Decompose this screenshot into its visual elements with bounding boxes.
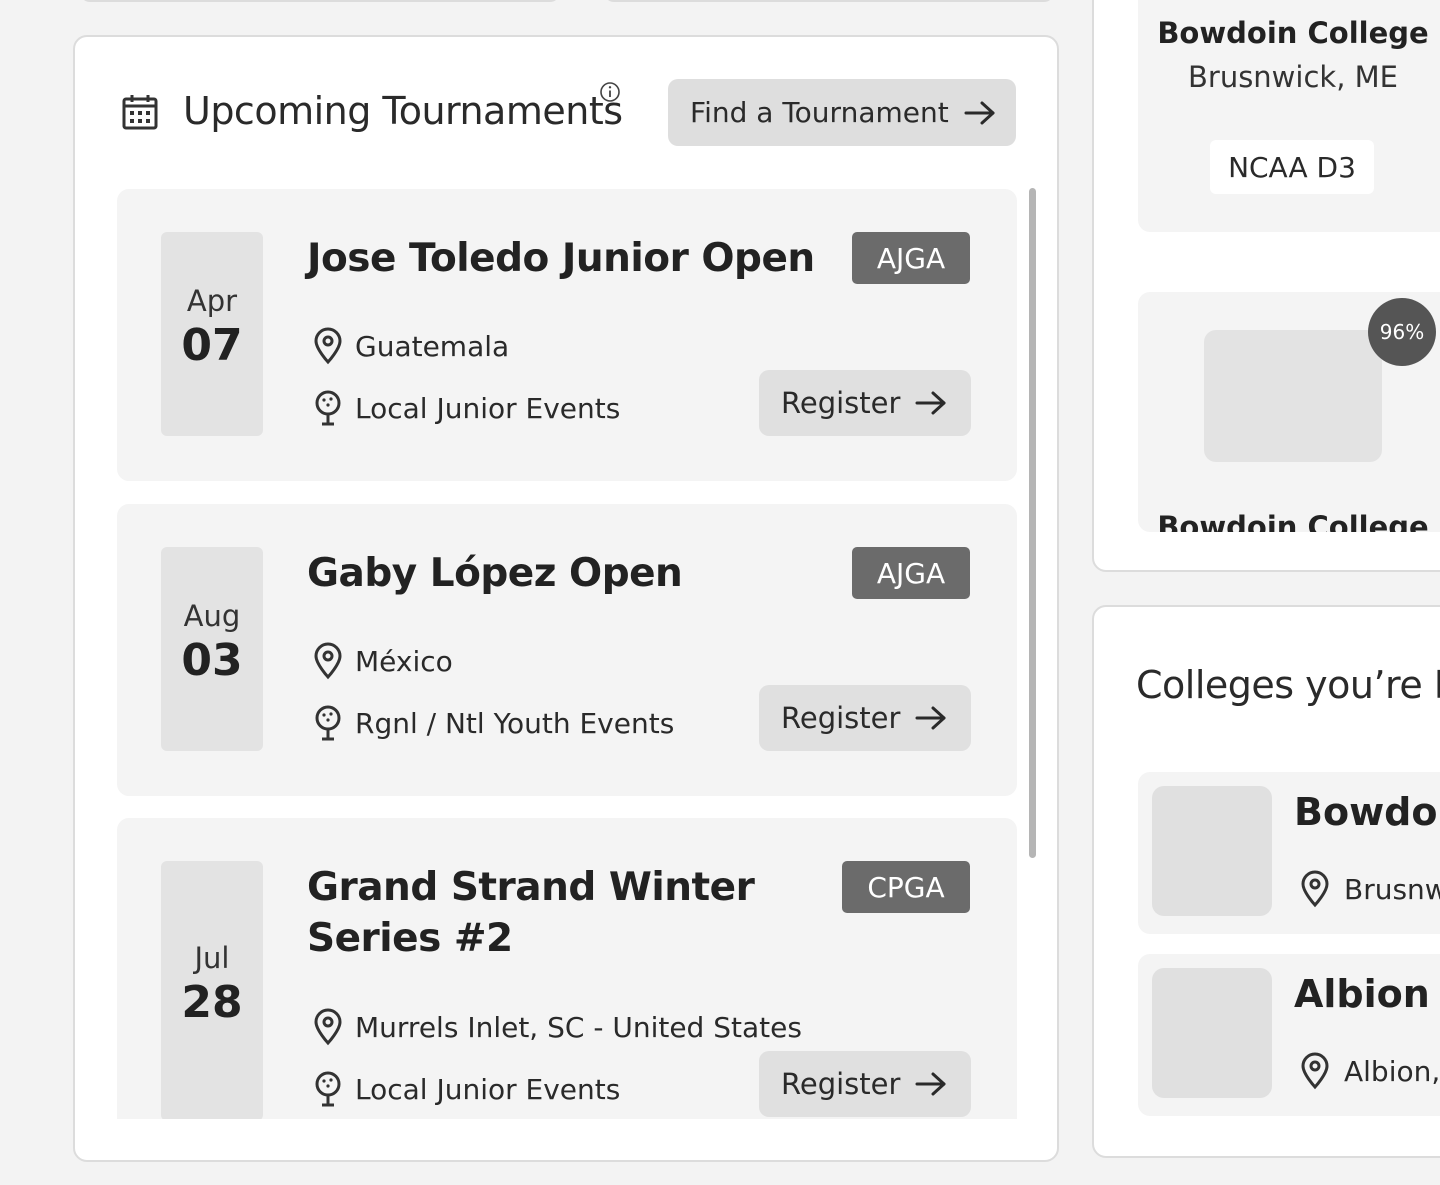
category-text: Rgnl / Ntl Youth Events	[355, 706, 675, 740]
location-row: Murrels Inlet, SC - United States	[311, 1008, 802, 1046]
college-name: Bowdoin	[1294, 790, 1440, 834]
college-logo	[1204, 330, 1382, 462]
map-pin-icon	[314, 1008, 342, 1046]
category-row: Rgnl / Ntl Youth Events	[311, 704, 674, 742]
college-name: Bowdoin College	[1157, 510, 1429, 532]
college-location: Brusnwick, ME	[1188, 60, 1398, 94]
panel-title: Upcoming Tournaments	[183, 89, 623, 133]
followed-college-card[interactable]: Bowdoin Brusnw	[1138, 772, 1440, 934]
location-text: Guatemala	[355, 329, 510, 363]
org-badge: CPGA	[842, 861, 970, 913]
date-day: 07	[181, 320, 243, 371]
location-text: Murrels Inlet, SC - United States	[355, 1010, 802, 1044]
register-button[interactable]: Register	[759, 370, 971, 436]
category-text: Local Junior Events	[355, 1072, 621, 1106]
list-scrollbar[interactable]	[1029, 188, 1036, 858]
map-pin-icon	[314, 642, 342, 680]
division-badge: NCAA D3	[1210, 140, 1374, 194]
location-row: Guatemala	[311, 327, 509, 365]
college-name: Bowdoin College	[1157, 16, 1429, 50]
location-text: Brusnw	[1344, 872, 1440, 906]
location-row: México	[311, 642, 453, 680]
date-box: Jul 28	[161, 861, 263, 1119]
followed-college-card[interactable]: Albion C Albion,	[1138, 954, 1440, 1116]
card-above-stub	[604, 0, 1054, 2]
find-tournament-label: Find a Tournament	[690, 96, 949, 129]
tournament-card: Aug 03 Gaby López Open AJGA México Rgnl …	[117, 504, 1017, 796]
date-month: Aug	[183, 599, 241, 633]
arrow-right-icon	[915, 706, 946, 730]
location-text: México	[355, 644, 453, 678]
register-label: Register	[781, 386, 901, 420]
tournament-list[interactable]: Apr 07 Jose Toledo Junior Open AJGA Guat…	[117, 189, 1017, 1119]
tournament-name[interactable]: Gaby López Open	[307, 548, 837, 599]
org-badge: AJGA	[852, 232, 970, 284]
card-above-stub	[80, 0, 560, 2]
map-pin-icon	[1301, 870, 1329, 908]
category-row: Local Junior Events	[311, 389, 620, 427]
arrow-right-icon	[915, 1072, 946, 1096]
category-text: Local Junior Events	[355, 391, 621, 425]
register-button[interactable]: Register	[759, 1051, 971, 1117]
panel-title: Colleges you’re Fo	[1136, 663, 1440, 707]
college-logo	[1152, 786, 1272, 916]
register-label: Register	[781, 1067, 901, 1101]
golf-ball-icon	[315, 390, 341, 426]
colleges-following-panel: Colleges you’re Fo Bowdoin Brusnw Albion…	[1092, 605, 1440, 1158]
date-month: Jul	[194, 941, 230, 975]
college-match-card[interactable]: 96% Bowdoin College	[1138, 292, 1440, 532]
location-text: Albion,	[1344, 1054, 1440, 1088]
tournament-card: Jul 28 Grand Strand Winter Series #2 CPG…	[117, 818, 1017, 1119]
golf-ball-icon	[315, 1071, 341, 1107]
golf-ball-icon	[315, 705, 341, 741]
match-percent-badge: 96%	[1368, 298, 1436, 366]
date-day: 03	[181, 635, 243, 686]
find-tournament-button[interactable]: Find a Tournament	[668, 79, 1016, 146]
org-badge: AJGA	[852, 547, 970, 599]
map-pin-icon	[1301, 1052, 1329, 1090]
date-box: Aug 03	[161, 547, 263, 751]
arrow-right-icon	[964, 101, 995, 124]
category-row: Local Junior Events	[311, 1070, 620, 1108]
tournament-card: Apr 07 Jose Toledo Junior Open AJGA Guat…	[117, 189, 1017, 481]
info-icon[interactable]	[599, 81, 621, 103]
college-match-panel: Bowdoin College Brusnwick, ME NCAA D3 96…	[1092, 0, 1440, 572]
date-day: 28	[181, 977, 243, 1028]
register-button[interactable]: Register	[759, 685, 971, 751]
tournament-name[interactable]: Jose Toledo Junior Open	[307, 233, 837, 284]
map-pin-icon	[314, 327, 342, 365]
register-label: Register	[781, 701, 901, 735]
college-logo	[1152, 968, 1272, 1098]
date-month: Apr	[186, 284, 238, 318]
arrow-right-icon	[915, 391, 946, 415]
location-row: Brusnw	[1298, 870, 1440, 908]
college-name: Albion C	[1294, 972, 1440, 1016]
college-card[interactable]: Bowdoin College Brusnwick, ME NCAA D3	[1138, 0, 1440, 232]
upcoming-tournaments-panel: Upcoming Tournaments Find a Tournament A…	[73, 35, 1059, 1162]
tournament-name[interactable]: Grand Strand Winter Series #2	[307, 862, 847, 964]
location-row: Albion,	[1298, 1052, 1440, 1090]
date-box: Apr 07	[161, 232, 263, 436]
calendar-icon	[122, 95, 158, 130]
